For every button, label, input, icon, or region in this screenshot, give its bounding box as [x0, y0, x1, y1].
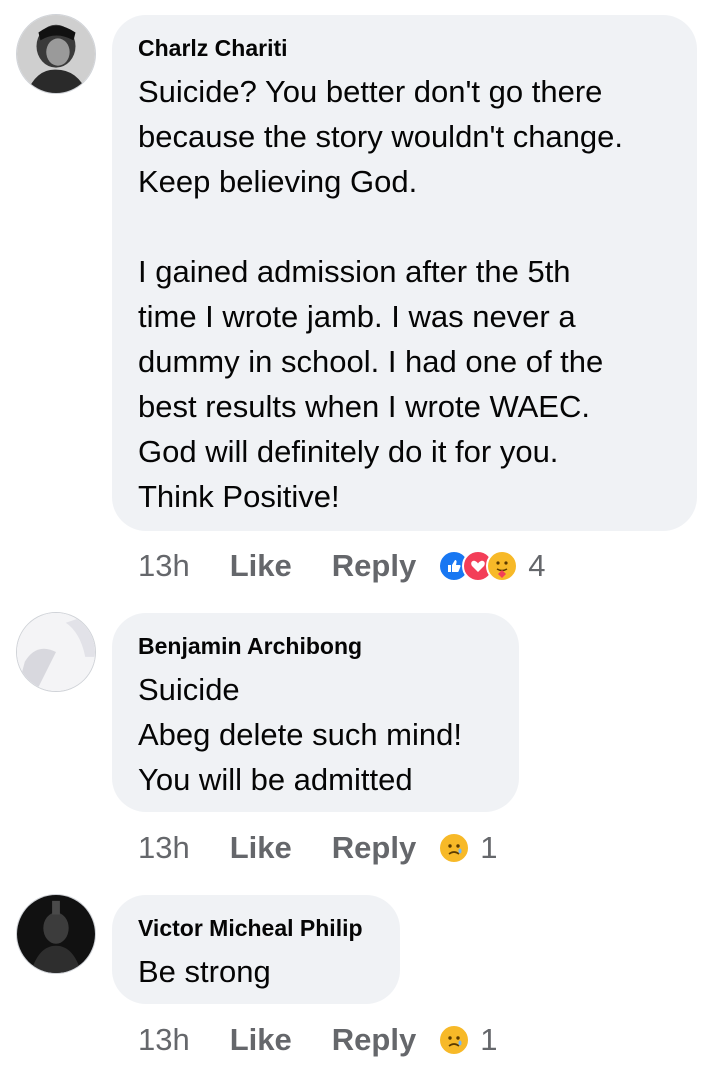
- reaction-summary[interactable]: [438, 1024, 471, 1056]
- comment-bubble: Charlz Chariti Suicide? You better don't…: [112, 15, 697, 531]
- comment-actions: 13h Like Reply 4: [138, 546, 545, 586]
- comment-line: Think Positive!: [138, 479, 340, 514]
- like-button[interactable]: Like: [230, 830, 292, 866]
- sad-reaction-icon: [438, 1024, 471, 1056]
- comment-timestamp[interactable]: 13h: [138, 548, 190, 584]
- like-button[interactable]: Like: [230, 1022, 292, 1058]
- comment-line: best results when I wrote WAEC.: [138, 389, 590, 424]
- avatar[interactable]: [16, 612, 96, 692]
- sad-reaction-icon: [438, 832, 471, 864]
- comment-actions: 13h Like Reply 1: [138, 828, 497, 868]
- comment-text: Suicide? You better don't go there becau…: [138, 69, 671, 519]
- comment-line: God will definitely do it for you.: [138, 434, 559, 469]
- reply-button[interactable]: Reply: [332, 548, 416, 584]
- reaction-count[interactable]: 1: [480, 1022, 497, 1058]
- comment-actions: 13h Like Reply 1: [138, 1020, 497, 1060]
- comment-line: because the story wouldn't change.: [138, 119, 624, 154]
- comment-line: Suicide: [138, 672, 240, 707]
- comment-timestamp[interactable]: 13h: [138, 830, 190, 866]
- like-button[interactable]: Like: [230, 548, 292, 584]
- avatar[interactable]: [16, 14, 96, 94]
- comment-timestamp[interactable]: 13h: [138, 1022, 190, 1058]
- comment-author[interactable]: Benjamin Archibong: [138, 631, 493, 661]
- comment-line: Suicide? You better don't go there: [138, 74, 603, 109]
- comment-line: You will be admitted: [138, 762, 413, 797]
- comment-text: Be strong: [138, 949, 374, 994]
- comment-author[interactable]: Victor Micheal Philip: [138, 913, 374, 943]
- reaction-summary[interactable]: [438, 832, 471, 864]
- reaction-summary[interactable]: [438, 550, 519, 582]
- reaction-count[interactable]: 1: [480, 830, 497, 866]
- care-reaction-icon: [486, 550, 519, 582]
- comment-text: Suicide Abeg delete such mind! You will …: [138, 667, 493, 802]
- comment-line: Be strong: [138, 954, 271, 989]
- comment-line: dummy in school. I had one of the: [138, 344, 604, 379]
- comment-author[interactable]: Charlz Chariti: [138, 33, 671, 63]
- comment-bubble: Victor Micheal Philip Be strong: [112, 895, 400, 1004]
- comment-line: Abeg delete such mind!: [138, 717, 462, 752]
- avatar[interactable]: [16, 894, 96, 974]
- comment-line: time I wrote jamb. I was never a: [138, 299, 576, 334]
- comment-line: Keep believing God.: [138, 164, 418, 199]
- comment-blank-line: [138, 204, 671, 249]
- reply-button[interactable]: Reply: [332, 1022, 416, 1058]
- reply-button[interactable]: Reply: [332, 830, 416, 866]
- comment-bubble: Benjamin Archibong Suicide Abeg delete s…: [112, 613, 519, 812]
- comment-line: I gained admission after the 5th: [138, 254, 571, 289]
- reaction-count[interactable]: 4: [528, 548, 545, 584]
